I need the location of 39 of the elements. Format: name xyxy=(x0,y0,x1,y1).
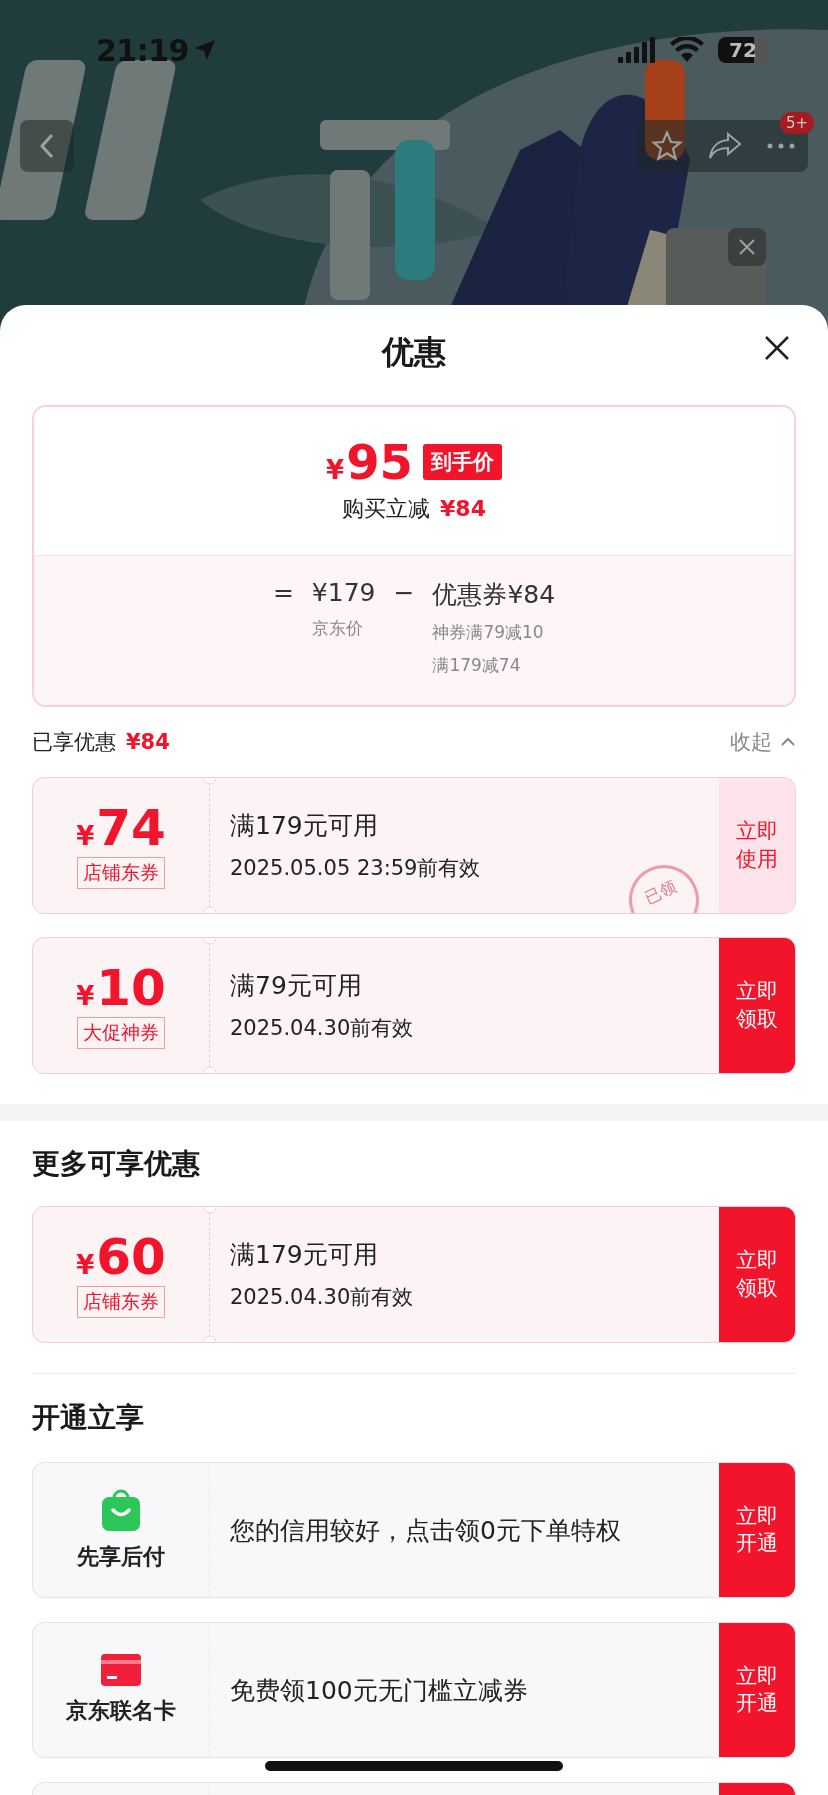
coupon-amount: ¥10 xyxy=(76,962,166,1013)
offer-name: 先享后付 xyxy=(77,1543,165,1571)
enjoyed-label: 已享优惠 xyxy=(32,729,116,756)
coupon-expiry: 2025.04.30前有效 xyxy=(230,1015,415,1042)
final-price: ¥95 xyxy=(326,438,413,486)
coupon-expiry: 2025.05.05 23:59前有效 xyxy=(230,855,482,882)
coupon-tag: 店铺东券 xyxy=(77,856,165,889)
price-tag: 到手价 xyxy=(422,444,502,480)
sheet-title: 优惠 xyxy=(382,331,446,373)
coupon-amount: ¥60 xyxy=(76,1231,166,1282)
equals-sign: = xyxy=(272,578,294,609)
section-title: 开通立享 xyxy=(32,1400,144,1436)
coupon-condition: 满79元可用 xyxy=(230,970,363,1002)
coupon-condition: 满179元可用 xyxy=(230,810,379,842)
coupon-detail: 满179减74 xyxy=(432,654,522,677)
coupon-action-button[interactable]: 立即使用 xyxy=(719,778,795,913)
coupon-tag: 店铺东券 xyxy=(77,1285,165,1318)
offer-text: 您的信用较好，点击领0元下单特权 xyxy=(229,1514,622,1547)
offer-action-button[interactable]: 立即开通 xyxy=(719,1623,795,1757)
coupon-total: 优惠券¥84 xyxy=(432,579,556,611)
enjoyed-value: ¥84 xyxy=(126,730,170,754)
status-time: 21:19 xyxy=(96,32,189,68)
coupon-amount: ¥74 xyxy=(76,802,166,853)
coupon-condition: 满179元可用 xyxy=(230,1239,379,1271)
section-title: 更多可享优惠 xyxy=(32,1145,200,1182)
offer-name: 京东联名卡 xyxy=(66,1697,176,1725)
coupon-detail: 神券满79减10 xyxy=(432,621,545,644)
coupon-action-button[interactable]: 立即领取 xyxy=(719,1207,795,1342)
coupon-tag: 大促神券 xyxy=(77,1016,165,1049)
collapse-button[interactable]: 收起 xyxy=(730,728,796,756)
battery-indicator: 72 xyxy=(718,37,768,63)
discount-text: 购买立减 ¥84 xyxy=(342,495,486,523)
list-price: ¥179 xyxy=(311,578,376,607)
list-price-label: 京东价 xyxy=(311,617,364,640)
coupon-expiry: 2025.04.30前有效 xyxy=(230,1284,415,1311)
coupon-action-button[interactable]: 立即领取 xyxy=(719,938,795,1073)
offer-text: 免费领100元无门槛立减券 xyxy=(229,1674,529,1707)
minus-sign: − xyxy=(393,578,415,609)
offer-action-button[interactable]: 立即开通 xyxy=(719,1463,795,1597)
